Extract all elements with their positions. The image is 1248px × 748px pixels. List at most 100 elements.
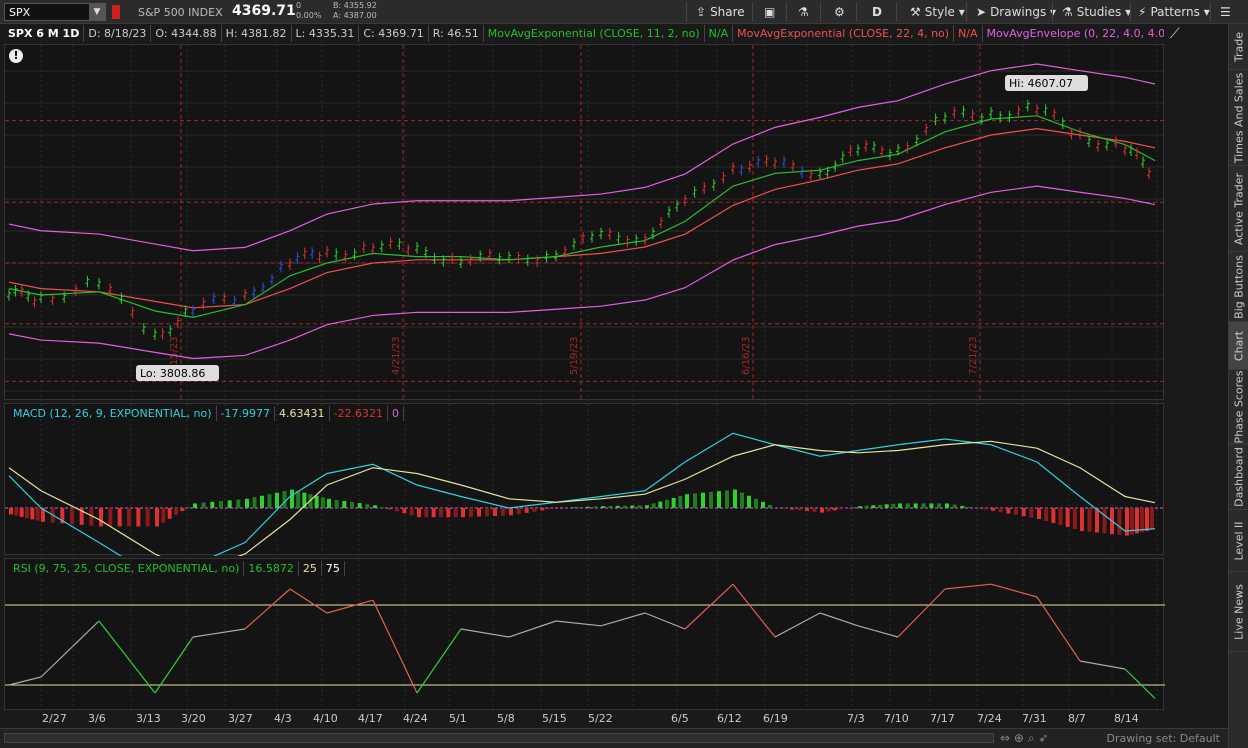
link-flag-icon[interactable] xyxy=(112,5,120,19)
macd-chart: 500-254.63431-17.998 xyxy=(5,404,1212,578)
macd-histogram-bar xyxy=(898,503,902,508)
macd-histogram-bar xyxy=(983,508,988,510)
sidebar-tab-label: Level II xyxy=(1232,520,1246,561)
sidebar-tab-active-trader[interactable]: Active Trader xyxy=(1229,166,1248,252)
ask-value: A: 4387.00 xyxy=(333,11,377,20)
share-icon: ⇪ xyxy=(696,5,707,19)
toolbar-separator xyxy=(686,2,687,22)
macd-histogram-bar xyxy=(754,498,758,508)
sidebar-tab-times-and-sales[interactable]: Times And Sales xyxy=(1229,70,1248,166)
x-axis-label: 5/22 xyxy=(588,712,613,725)
macd-histogram-bar xyxy=(921,503,926,508)
symbol-input[interactable]: SPX ▼ xyxy=(4,3,106,21)
macd-histogram-bar xyxy=(532,508,537,512)
macd-histogram-bar xyxy=(1044,508,1049,522)
macd-histogram-bar xyxy=(260,495,264,508)
macd-histogram-bar xyxy=(832,508,837,511)
drawing-set-label[interactable]: Drawing set: Default xyxy=(1107,732,1220,745)
macd-histogram-bar xyxy=(768,504,772,508)
macd-histogram-bar xyxy=(826,508,831,512)
flask-button[interactable]: ⚗ xyxy=(794,2,813,22)
pointer-icon[interactable]: ➶ xyxy=(1038,731,1048,745)
bar-range: R: 46.51 xyxy=(429,25,484,42)
menu-button[interactable]: ☰ xyxy=(1216,2,1231,22)
macd-histogram-bar xyxy=(571,507,575,508)
x-axis-label: 4/10 xyxy=(313,712,338,725)
menu-icon: ☰ xyxy=(1220,5,1231,19)
sidebar-tab-label: Dashboard xyxy=(1232,446,1246,507)
pan-icon[interactable]: ⇔ xyxy=(1000,731,1010,745)
bar-high: H: 4381.82 xyxy=(222,25,292,42)
sidebar-tab-trade[interactable]: Trade xyxy=(1229,24,1248,70)
share-button[interactable]: ⇪ Share xyxy=(692,2,745,22)
macd-histogram-bar xyxy=(701,492,705,508)
macd-histogram-bar xyxy=(593,506,598,508)
rsi-pane[interactable]: 8060402075 RSI (9, 75, 25, CLOSE, EXPONE… xyxy=(4,558,1203,711)
symbol-dropdown-icon[interactable]: ▼ xyxy=(89,4,105,20)
macd-histogram-bar xyxy=(864,505,869,508)
snapshot-button[interactable]: ▣ xyxy=(760,2,779,22)
chevron-down-icon: ▾ xyxy=(1050,5,1057,19)
macd-histogram-bar xyxy=(820,508,824,513)
sidebar-tab-live-news[interactable]: Live News xyxy=(1229,572,1248,652)
rsi-title[interactable]: RSI (9, 75, 25, CLOSE, EXPONENTIAL, no) xyxy=(9,561,245,576)
x-axis-label: 6/5 xyxy=(671,712,689,725)
crosshair-icon[interactable]: ⊕ xyxy=(1014,731,1024,745)
macd-histogram-bar xyxy=(320,497,325,508)
symbol-period[interactable]: SPX 6 M 1D xyxy=(4,25,85,42)
x-axis-label: 4/3 xyxy=(274,712,292,725)
macd-histogram-bar xyxy=(851,507,856,508)
macd-histogram-bar xyxy=(540,508,545,511)
macd-histogram-bar xyxy=(387,508,392,510)
rsi-segment xyxy=(897,588,946,638)
zoom-icon[interactable]: ⌕ xyxy=(1028,731,1035,745)
study-ema22[interactable]: MovAvgExponential (CLOSE, 22, 4, no) xyxy=(733,25,955,42)
macd-zero: 0 xyxy=(388,406,404,421)
sidebar-tab-dashboard[interactable]: Dashboard xyxy=(1229,444,1248,510)
study-envelope[interactable]: MovAvgEnvelope (0, 22, 4.0, 4.0, CLOSE, … xyxy=(983,25,1164,42)
drawings-button[interactable]: ➤ Drawings ▾ xyxy=(972,2,1056,22)
macd-histogram-bar xyxy=(1021,508,1026,517)
macd-histogram-bar xyxy=(797,508,802,511)
macd-histogram-bar xyxy=(357,503,362,508)
macd-histogram-bar xyxy=(937,503,942,508)
sidebar-tab-phase-scores[interactable]: Phase Scores xyxy=(1229,370,1248,444)
zoom-controls[interactable]: ⇔ ⊕ ⌕ ➶ xyxy=(1000,731,1048,746)
macd-histogram-bar xyxy=(314,495,319,508)
style-button[interactable]: ⚒ Style ▾ xyxy=(906,2,965,22)
x-axis-label: 7/3 xyxy=(847,712,865,725)
rsi-segment xyxy=(40,620,100,678)
macd-histogram-bar xyxy=(891,503,896,508)
x-axis-label: 5/8 xyxy=(497,712,515,725)
macd-pane[interactable]: 500-254.63431-17.998 MACD (12, 26, 9, EX… xyxy=(4,403,1212,578)
rsi-segment xyxy=(192,628,246,638)
macd-histogram-bar xyxy=(25,508,29,519)
price-pane[interactable]: 4700460045004400430042004100400039003800… xyxy=(4,44,1212,401)
x-axis-label: 5/1 xyxy=(449,712,467,725)
study-ema11[interactable]: MovAvgExponential (CLOSE, 11, 2, no) xyxy=(484,25,705,42)
macd-histogram-bar xyxy=(402,508,407,514)
sidebar-tab-level-ii[interactable]: Level II xyxy=(1229,510,1248,572)
macd-histogram-bar xyxy=(417,508,421,518)
macd-histogram-bar xyxy=(1037,508,1041,520)
event-date-label: 4/21/23 xyxy=(391,336,402,375)
macd-histogram-bar xyxy=(334,499,339,508)
alert-icon[interactable]: ! xyxy=(9,49,23,63)
timeframe-button[interactable]: D xyxy=(868,2,882,22)
camera-icon: ▣ xyxy=(764,5,776,19)
gear-icon: ⚙ xyxy=(834,5,845,19)
horizontal-scrollbar[interactable] xyxy=(4,733,994,743)
draw-tool-icon[interactable]: ⟋ xyxy=(1170,26,1180,42)
chart-header: SPX 6 M 1D D: 8/18/23 O: 4344.88 H: 4381.82… xyxy=(4,25,1164,43)
sidebar-tab-chart[interactable]: Chart xyxy=(1229,322,1248,370)
macd-histogram-bar xyxy=(658,501,663,508)
macd-histogram-bar xyxy=(884,504,889,508)
settings-button[interactable]: ⚙ xyxy=(830,2,849,22)
macd-title[interactable]: MACD (12, 26, 9, EXPONENTIAL, no) xyxy=(9,406,217,421)
macd-histogram-bar xyxy=(725,490,729,508)
sidebar-tab-label: Active Trader xyxy=(1232,172,1246,245)
studies-button[interactable]: ⚗ Studies ▾ xyxy=(1058,2,1131,22)
macd-histogram-bar xyxy=(1029,508,1034,518)
patterns-button[interactable]: ⚡ Patterns ▾ xyxy=(1134,2,1210,22)
sidebar-tab-big-buttons[interactable]: Big Buttons xyxy=(1229,252,1248,322)
